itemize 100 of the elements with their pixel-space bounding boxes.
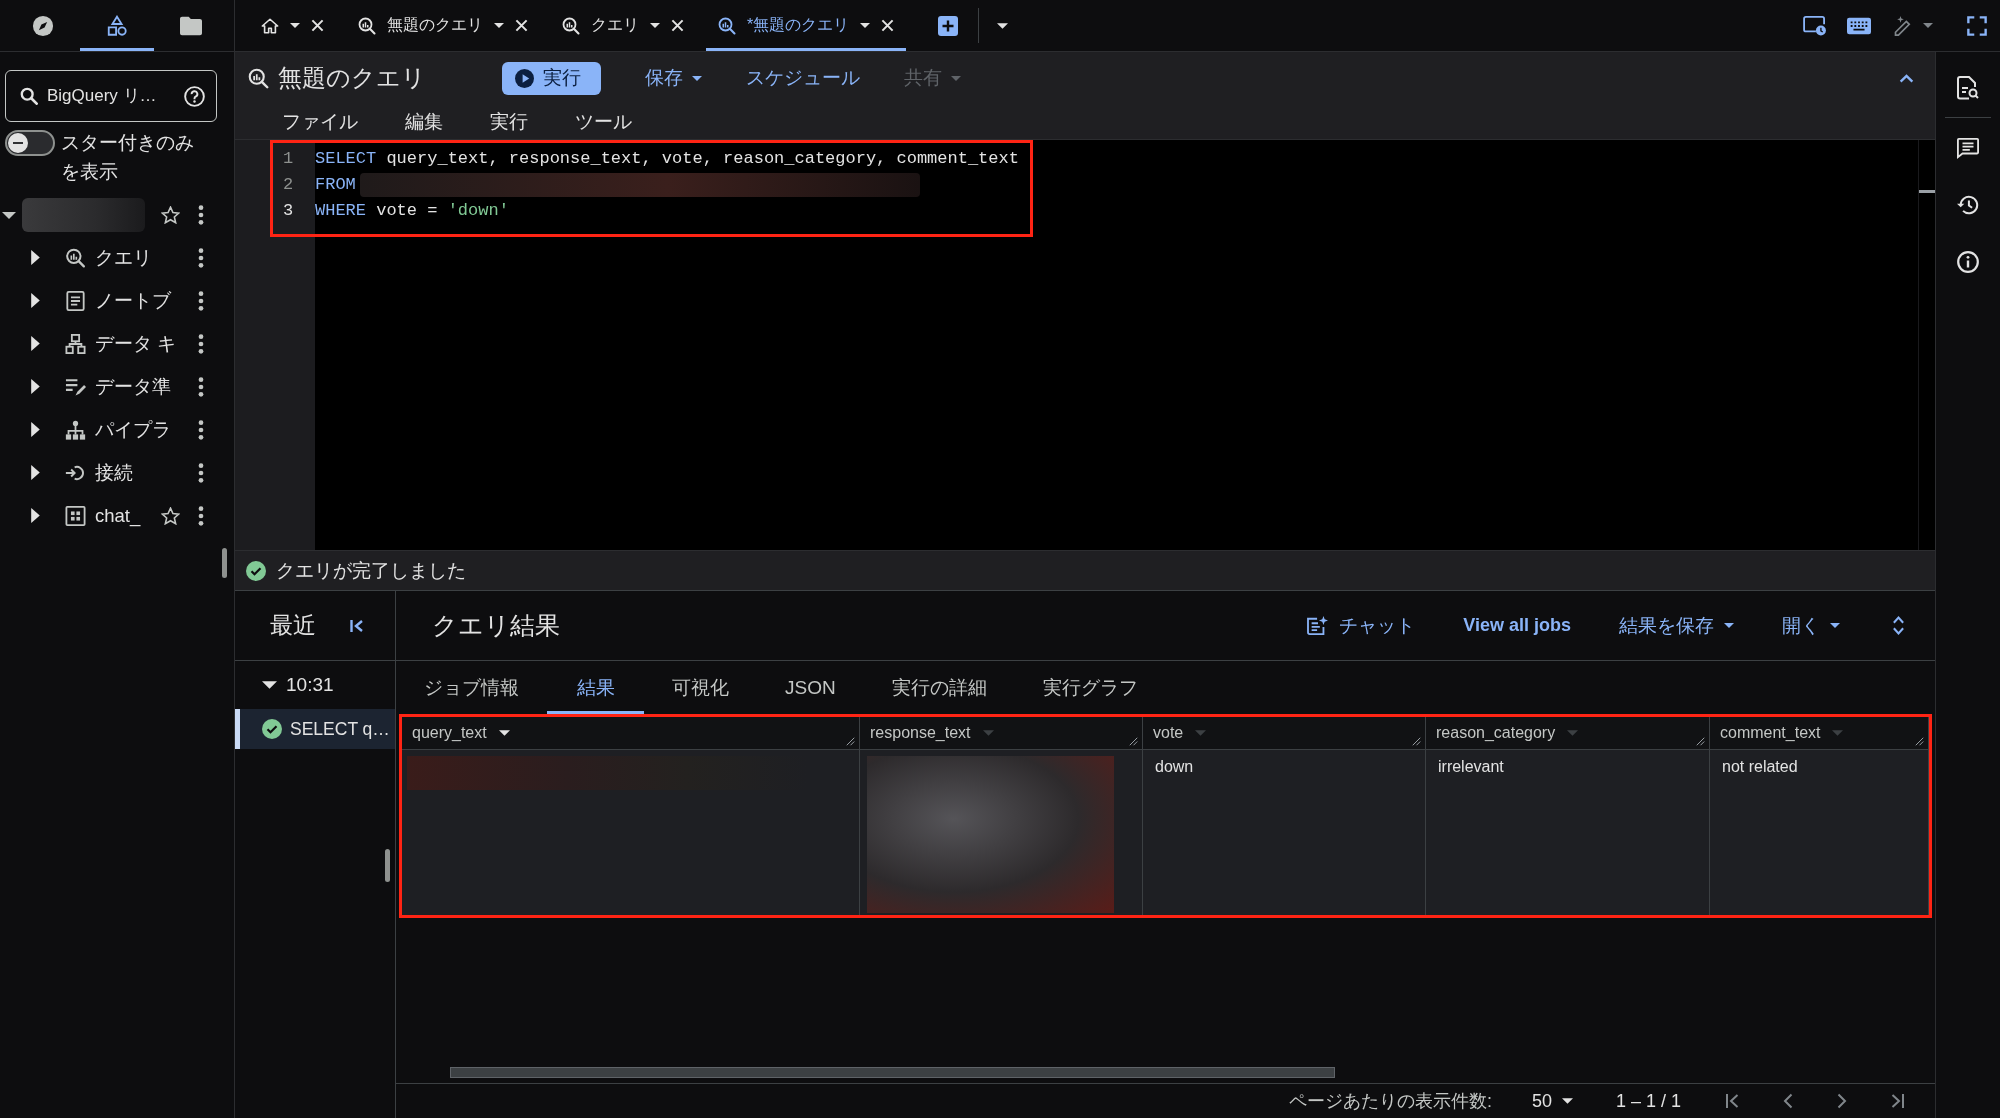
caret-right-icon[interactable] bbox=[31, 422, 40, 437]
close-icon[interactable] bbox=[311, 19, 324, 32]
menu-item[interactable]: 編集 bbox=[393, 108, 455, 135]
results-tab[interactable]: 実行グラフ bbox=[1014, 661, 1166, 714]
comment-icon[interactable] bbox=[1957, 136, 1979, 160]
caret-right-icon[interactable] bbox=[31, 336, 40, 351]
caret-icon[interactable] bbox=[498, 730, 510, 736]
monitor-clock-icon[interactable] bbox=[1803, 15, 1827, 36]
caret-icon[interactable] bbox=[860, 23, 871, 28]
search-input[interactable]: BigQuery リ… bbox=[47, 81, 175, 111]
tree-item[interactable]: データ キ bbox=[95, 331, 198, 356]
tree-item[interactable]: ノートブ bbox=[95, 288, 198, 313]
grid-icon bbox=[65, 505, 86, 526]
fullscreen-icon[interactable] bbox=[1967, 15, 1987, 36]
more-icon[interactable] bbox=[198, 333, 204, 354]
caret-icon bbox=[1561, 1098, 1573, 1104]
caret-icon[interactable] bbox=[290, 23, 300, 28]
tree-item[interactable]: 接続 bbox=[95, 460, 198, 485]
menu-item[interactable]: ツール bbox=[563, 108, 644, 135]
expand-icon[interactable] bbox=[1892, 615, 1905, 636]
document-search-icon[interactable] bbox=[1957, 76, 1979, 100]
caret-icon bbox=[951, 75, 961, 81]
page-size-select[interactable]: 50 bbox=[1531, 1090, 1573, 1112]
results-tab[interactable]: JSON bbox=[757, 661, 864, 714]
caret-icon[interactable] bbox=[997, 22, 1009, 29]
menu-item[interactable]: 実行 bbox=[478, 108, 540, 135]
scrollbar-thumb[interactable] bbox=[222, 548, 227, 578]
close-icon[interactable] bbox=[671, 19, 684, 32]
table-cell: down bbox=[1143, 750, 1426, 915]
caret-right-icon[interactable] bbox=[31, 293, 40, 308]
editor-tab[interactable]: 無題のクエリ bbox=[346, 0, 540, 51]
more-icon[interactable] bbox=[198, 247, 204, 268]
dropdown-button[interactable]: 開く bbox=[1782, 612, 1840, 639]
results-tab[interactable]: 可視化 bbox=[644, 661, 757, 714]
caret-right-icon[interactable] bbox=[31, 508, 40, 523]
link[interactable]: View all jobs bbox=[1463, 615, 1571, 636]
column-header[interactable]: response_text bbox=[860, 717, 1143, 750]
line-number: 2 bbox=[283, 174, 293, 196]
tree-item[interactable]: データ準 bbox=[95, 374, 198, 399]
chevron-up-icon[interactable] bbox=[1899, 73, 1914, 83]
close-icon[interactable] bbox=[881, 19, 895, 32]
column-header[interactable]: query_text bbox=[402, 717, 860, 750]
caret-right-icon[interactable] bbox=[31, 250, 40, 265]
caret-right-icon[interactable] bbox=[31, 465, 40, 480]
magnifier-chart-icon bbox=[65, 247, 86, 268]
dropdown-button[interactable]: 保存 bbox=[645, 61, 702, 95]
menu-item[interactable]: ファイル bbox=[270, 108, 370, 135]
caret-icon bbox=[692, 75, 702, 81]
results-tab[interactable]: 結果 bbox=[547, 661, 644, 714]
help-icon[interactable] bbox=[184, 85, 205, 107]
toggle-switch[interactable] bbox=[5, 130, 55, 156]
caret-right-icon[interactable] bbox=[31, 379, 40, 394]
info-icon[interactable] bbox=[1957, 250, 1979, 274]
magnifier-chart-icon bbox=[358, 16, 376, 35]
tree-item[interactable]: クエリ bbox=[95, 245, 198, 270]
column-header[interactable]: reason_category bbox=[1426, 717, 1710, 750]
scrollbar-thumb[interactable] bbox=[1919, 190, 1935, 193]
history-item[interactable]: SELECT q… bbox=[235, 709, 395, 749]
shapes-icon bbox=[106, 14, 128, 37]
star-outline-icon[interactable] bbox=[161, 506, 180, 525]
more-icon[interactable] bbox=[198, 419, 204, 440]
more-icon[interactable] bbox=[198, 462, 204, 483]
scrollbar-thumb[interactable] bbox=[385, 849, 390, 882]
results-tab[interactable]: 実行の詳細 bbox=[863, 661, 1015, 714]
dropdown-button[interactable]: 結果を保存 bbox=[1619, 612, 1734, 639]
caret-down-icon[interactable] bbox=[2, 211, 16, 219]
search-field[interactable]: BigQuery リ… bbox=[5, 70, 217, 122]
more-icon[interactable] bbox=[198, 505, 204, 526]
caret-down-icon[interactable] bbox=[262, 681, 277, 689]
resize-handle-icon[interactable] bbox=[1696, 737, 1705, 746]
page-size-label: ページあたりの表示件数: bbox=[1288, 1090, 1492, 1113]
scrollbar-thumb[interactable] bbox=[450, 1067, 1335, 1078]
resize-handle-icon[interactable] bbox=[846, 737, 855, 746]
tree-item[interactable]: chat_ bbox=[95, 504, 161, 527]
more-icon[interactable] bbox=[198, 205, 204, 225]
editor-tab[interactable]: クエリ bbox=[550, 0, 696, 51]
caret-icon[interactable] bbox=[494, 23, 504, 28]
more-icon[interactable] bbox=[198, 376, 204, 397]
star-outline-icon[interactable] bbox=[161, 206, 180, 224]
results-tab[interactable]: ジョブ情報 bbox=[396, 661, 547, 714]
toggle-label: スター付きのみを表示 bbox=[61, 131, 195, 184]
keyboard-icon[interactable] bbox=[1847, 15, 1871, 36]
line-number: 1 bbox=[283, 148, 293, 170]
resize-handle-icon[interactable] bbox=[1129, 737, 1138, 746]
chat-button[interactable]: チャット bbox=[1307, 612, 1416, 639]
close-icon[interactable] bbox=[515, 19, 528, 32]
resize-handle-icon[interactable] bbox=[1915, 737, 1924, 746]
more-icon[interactable] bbox=[198, 290, 204, 311]
caret-icon bbox=[1830, 623, 1840, 628]
caret-icon[interactable] bbox=[650, 23, 660, 28]
collapse-left-icon[interactable] bbox=[350, 618, 364, 633]
plus-icon[interactable] bbox=[938, 15, 959, 36]
tree-item[interactable]: パイプラ bbox=[95, 417, 198, 442]
history-icon[interactable] bbox=[1957, 193, 1979, 217]
caret-icon bbox=[1724, 623, 1734, 628]
column-header[interactable]: comment_text bbox=[1710, 717, 1929, 750]
column-header[interactable]: vote bbox=[1143, 717, 1426, 750]
text-button[interactable]: スケジュール bbox=[746, 61, 860, 95]
resize-handle-icon[interactable] bbox=[1412, 737, 1421, 746]
run-button[interactable]: 実行 bbox=[502, 61, 601, 95]
